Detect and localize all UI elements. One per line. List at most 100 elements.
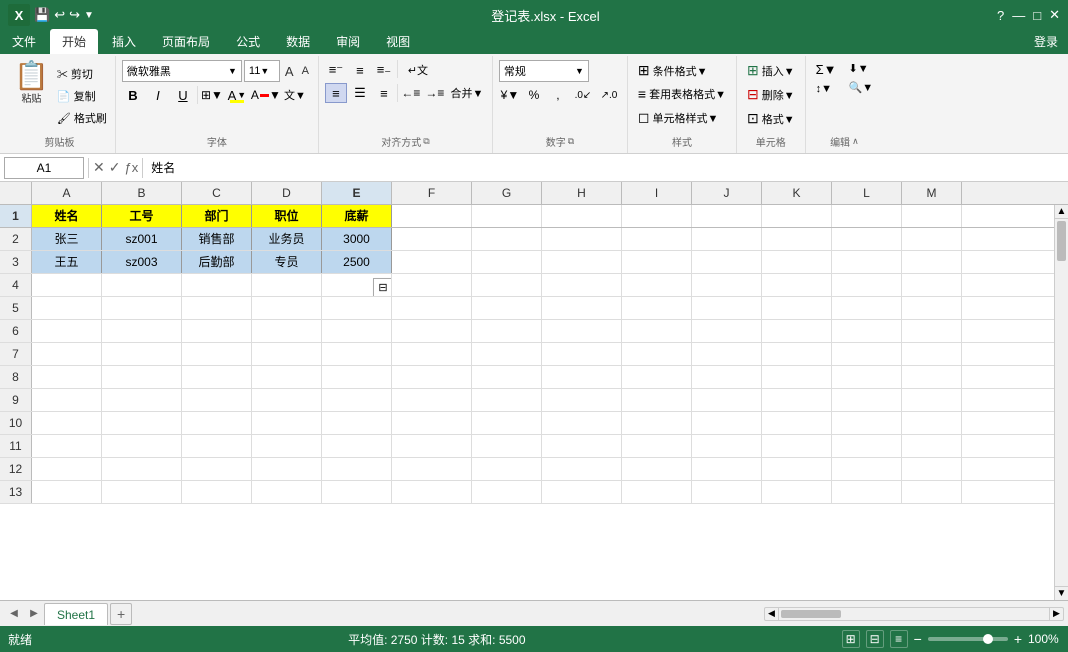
scroll-up-button[interactable]: ▲ [1055, 205, 1068, 219]
row-number-3[interactable]: 3 [0, 251, 32, 273]
cell-L11[interactable] [832, 435, 902, 457]
cell-K8[interactable] [762, 366, 832, 388]
cell-I7[interactable] [622, 343, 692, 365]
scroll-left-button[interactable]: ◀ [765, 608, 779, 620]
page-break-view-button[interactable]: ≡ [890, 630, 908, 648]
cell-M12[interactable] [902, 458, 962, 480]
cell-E10[interactable] [322, 412, 392, 434]
format-as-table-button[interactable]: ≡ 套用表格格式▼ [634, 84, 730, 104]
cell-L10[interactable] [832, 412, 902, 434]
cell-J4[interactable] [692, 274, 762, 296]
cell-K13[interactable] [762, 481, 832, 503]
paste-button[interactable]: 📋 粘贴 [10, 60, 53, 107]
cell-L2[interactable] [832, 228, 902, 250]
font-size-input[interactable]: 11 ▼ [244, 60, 280, 82]
cell-A10[interactable] [32, 412, 102, 434]
row-number-9[interactable]: 9 [0, 389, 32, 411]
cell-K10[interactable] [762, 412, 832, 434]
cell-A12[interactable] [32, 458, 102, 480]
cell-M2[interactable] [902, 228, 962, 250]
cell-F2[interactable] [392, 228, 472, 250]
cell-G12[interactable] [472, 458, 542, 480]
cell-D1[interactable]: 职位 [252, 205, 322, 227]
cell-F8[interactable] [392, 366, 472, 388]
zoom-in-button[interactable]: + [1014, 631, 1022, 647]
col-header-E[interactable]: E [322, 182, 392, 204]
cell-C13[interactable] [182, 481, 252, 503]
cell-J6[interactable] [692, 320, 762, 342]
cell-D5[interactable] [252, 297, 322, 319]
col-header-C[interactable]: C [182, 182, 252, 204]
cell-D3[interactable]: 专员 [252, 251, 322, 273]
cell-J3[interactable] [692, 251, 762, 273]
cell-I11[interactable] [622, 435, 692, 457]
col-header-M[interactable]: M [902, 182, 962, 204]
cell-C12[interactable] [182, 458, 252, 480]
cell-A13[interactable] [32, 481, 102, 503]
cell-B4[interactable] [102, 274, 182, 296]
col-header-A[interactable]: A [32, 182, 102, 204]
cell-C3[interactable]: 后勤部 [182, 251, 252, 273]
align-left-button[interactable]: ≡ [325, 83, 347, 103]
cell-A9[interactable] [32, 389, 102, 411]
align-center-button[interactable]: ☰ [349, 83, 371, 103]
cell-G7[interactable] [472, 343, 542, 365]
cell-A3[interactable]: 王五 [32, 251, 102, 273]
bold-button[interactable]: B [122, 85, 144, 105]
cell-I10[interactable] [622, 412, 692, 434]
page-layout-view-button[interactable]: ⊟ [866, 630, 884, 648]
align-top-button[interactable]: ≡⁻ [325, 60, 347, 80]
cell-M8[interactable] [902, 366, 962, 388]
cell-L7[interactable] [832, 343, 902, 365]
cell-styles-button[interactable]: ◻ 单元格样式▼ [634, 107, 730, 128]
row-number-1[interactable]: 1 [0, 205, 32, 227]
font-color-button[interactable]: A▼ [251, 85, 281, 105]
cell-G3[interactable] [472, 251, 542, 273]
cell-J10[interactable] [692, 412, 762, 434]
cell-D7[interactable] [252, 343, 322, 365]
cell-H10[interactable] [542, 412, 622, 434]
col-header-D[interactable]: D [252, 182, 322, 204]
cell-H6[interactable] [542, 320, 622, 342]
cell-F11[interactable] [392, 435, 472, 457]
number-format-dropdown[interactable]: 常规 ▼ [499, 60, 589, 82]
align-middle-button[interactable]: ≡ [349, 60, 371, 80]
cell-E4[interactable]: ⊟ [322, 274, 392, 296]
cell-D8[interactable] [252, 366, 322, 388]
conditional-format-button[interactable]: ⊞ 条件格式▼ [634, 60, 730, 81]
cell-A4[interactable] [32, 274, 102, 296]
format-cells-button[interactable]: ⊡ 格式▼ [743, 108, 799, 129]
cell-H7[interactable] [542, 343, 622, 365]
cell-H8[interactable] [542, 366, 622, 388]
cell-E13[interactable] [322, 481, 392, 503]
row-number-8[interactable]: 8 [0, 366, 32, 388]
cell-L6[interactable] [832, 320, 902, 342]
cell-I4[interactable] [622, 274, 692, 296]
cell-A5[interactable] [32, 297, 102, 319]
cell-L5[interactable] [832, 297, 902, 319]
cell-D4[interactable] [252, 274, 322, 296]
col-header-L[interactable]: L [832, 182, 902, 204]
cell-C1[interactable]: 部门 [182, 205, 252, 227]
cell-L12[interactable] [832, 458, 902, 480]
cell-L1[interactable] [832, 205, 902, 227]
cell-K9[interactable] [762, 389, 832, 411]
cell-I13[interactable] [622, 481, 692, 503]
col-header-B[interactable]: B [102, 182, 182, 204]
cell-D10[interactable] [252, 412, 322, 434]
cell-J7[interactable] [692, 343, 762, 365]
align-right-button[interactable]: ≡ [373, 83, 395, 103]
paste-options-icon[interactable]: ⊟ [373, 278, 392, 296]
scroll-down-button[interactable]: ▼ [1055, 586, 1068, 600]
horizontal-scrollbar[interactable]: ◀ ▶ [764, 607, 1064, 621]
redo-icon[interactable]: ↪ [69, 7, 80, 23]
cell-A8[interactable] [32, 366, 102, 388]
cell-I12[interactable] [622, 458, 692, 480]
cell-K4[interactable] [762, 274, 832, 296]
cell-E7[interactable] [322, 343, 392, 365]
cell-F7[interactable] [392, 343, 472, 365]
cell-C4[interactable] [182, 274, 252, 296]
cell-H12[interactable] [542, 458, 622, 480]
cell-C11[interactable] [182, 435, 252, 457]
cell-K12[interactable] [762, 458, 832, 480]
